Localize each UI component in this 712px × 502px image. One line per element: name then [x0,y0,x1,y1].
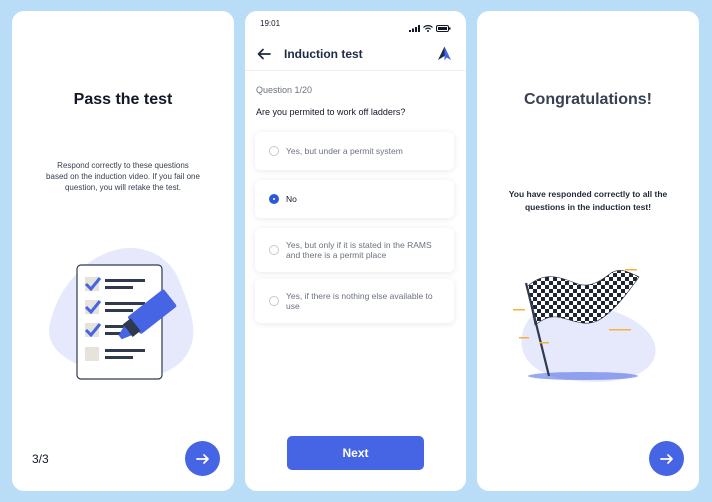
intro-screen: Pass the test Respond correctly to these… [12,11,234,491]
next-arrow-button[interactable] [649,441,684,476]
answer-option[interactable]: Yes, but under a permit system [255,132,454,170]
radio-button[interactable] [269,245,279,255]
answer-label: Yes, but under a permit system [286,146,403,156]
answer-label: Yes, if there is nothing else available … [286,291,433,311]
checklist-illustration [42,243,202,388]
radio-button-selected[interactable] [269,194,279,204]
signal-icon [409,24,420,32]
arrow-right-icon [659,453,673,464]
radio-button[interactable] [269,146,279,156]
answer-label: Yes, but only if it is stated in the RAM… [286,240,432,260]
radio-button[interactable] [269,296,279,306]
page-indicator: 3/3 [32,452,49,466]
app-logo-icon [438,46,451,61]
answer-option-selected[interactable]: No [255,180,454,218]
answer-option[interactable]: Yes, if there is nothing else available … [255,279,454,323]
arrow-right-icon [195,453,209,464]
congratulations-description: You have responded correctly to all the … [508,189,668,212]
congratulations-screen: Congratulations! You have responded corr… [477,11,699,491]
answer-label: No [286,194,297,204]
next-button[interactable]: Next [287,436,424,470]
status-bar: 19:01 [245,11,466,37]
battery-icon [436,24,451,32]
answer-option[interactable]: Yes, but only if it is stated in the RAM… [255,228,454,272]
question-text: Are you permited to work off ladders? [256,107,406,117]
page-title: Congratulations! [524,91,652,108]
page-title: Pass the test [73,91,173,108]
next-arrow-button[interactable] [185,441,220,476]
question-number: Question 1/20 [256,85,313,95]
arrow-left-icon[interactable] [257,48,271,60]
wifi-icon [423,24,433,32]
screen-title: Induction test [284,46,363,61]
app-header: Induction test [245,37,466,71]
checkered-flag-illustration [513,261,663,391]
induction-test-screen: 19:01 Induction test Question 1/20 Are y… [245,11,466,491]
intro-description: Respond correctly to these questions bas… [46,161,200,192]
status-time: 19:01 [260,19,281,28]
